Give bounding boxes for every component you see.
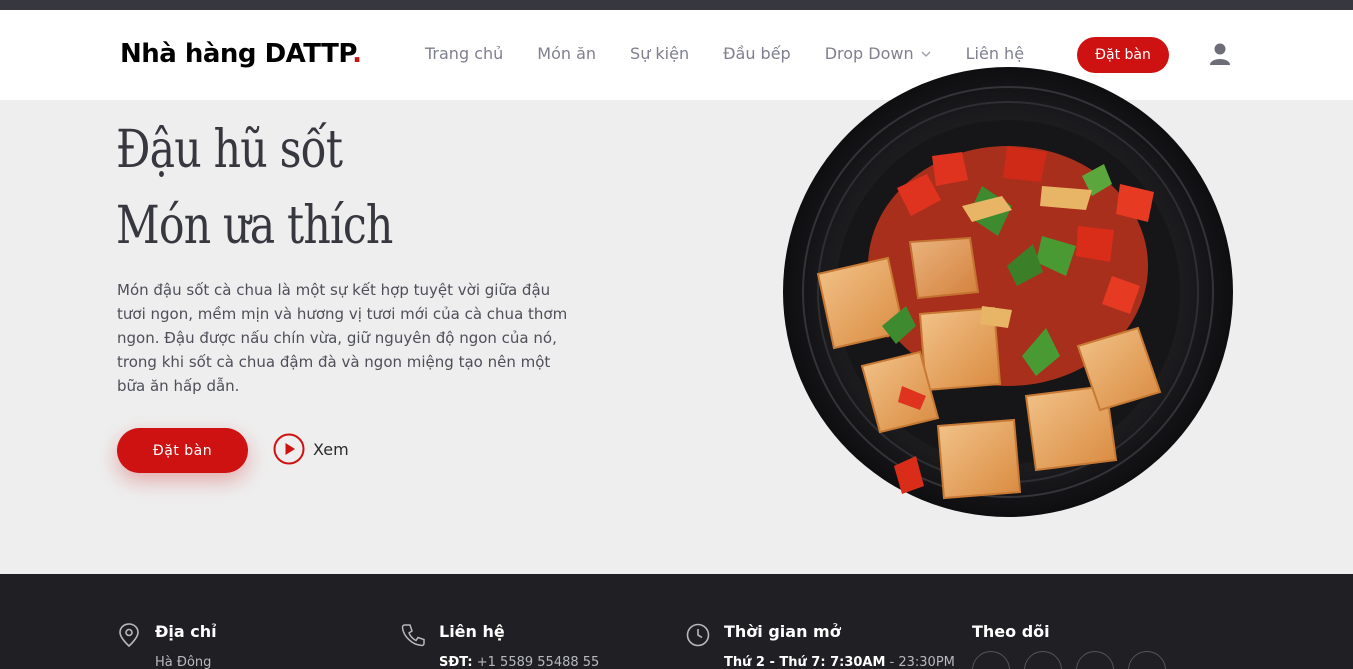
social-icon[interactable] [972, 651, 1010, 669]
nav-label: Liên hệ [965, 44, 1025, 63]
footer-contact-text: SĐT: +1 5589 55488 55 [439, 655, 599, 669]
hero-book-button[interactable]: Đặt bàn [117, 428, 248, 473]
site-logo[interactable]: Nhà hàng DATTP. [120, 39, 362, 69]
hero-description: Món đậu sốt cà chua là một sự kết hợp tu… [117, 281, 568, 395]
watch-label: Xem [313, 439, 349, 459]
user-icon[interactable] [1209, 42, 1231, 66]
footer-address: Địa chỉ Hà Đông [117, 622, 217, 669]
main-nav: Trang chủ Món ăn Sự kiện Đầu bếp Drop Do… [408, 44, 1041, 63]
phone-label: SĐT: [439, 655, 473, 669]
hero-title-line-1: Đậu hũ sốt [116, 120, 343, 180]
phone-number[interactable]: +1 5589 55488 55 [477, 655, 600, 669]
site-footer: Địa chỉ Hà Đông Liên hệ SĐT: +1 5589 554… [0, 574, 1353, 669]
footer-follow: Theo dõi [972, 622, 1166, 669]
footer-hours-text: Thứ 2 - Thứ 7: 7:30AM - 23:30PM [724, 655, 955, 669]
play-icon [273, 433, 305, 465]
nav-label: Sự kiện [630, 44, 690, 63]
nav-label: Trang chủ [425, 44, 504, 63]
map-pin-icon [119, 623, 139, 648]
footer-contact: Liên hệ SĐT: +1 5589 55488 55 [401, 622, 599, 669]
footer-contact-heading: Liên hệ [439, 622, 505, 641]
tofu-dish-image [783, 67, 1233, 517]
hero-section: Đậu hũ sốt Món ưa thích Món đậu sốt cà c… [0, 67, 1353, 574]
chevron-down-icon [921, 51, 931, 57]
social-icon[interactable] [1024, 651, 1062, 669]
footer-hours: Thời gian mở Thứ 2 - Thứ 7: 7:30AM - 23:… [686, 622, 955, 669]
hours-value: - 23:30PM [885, 655, 955, 669]
social-links [972, 651, 1166, 669]
footer-follow-heading: Theo dõi [972, 622, 1050, 641]
watch-video-button[interactable]: Xem [273, 433, 349, 465]
nav-item-dropdown[interactable]: Drop Down [825, 44, 932, 63]
nav-label: Món ăn [537, 44, 597, 63]
phone-icon [401, 624, 425, 647]
social-icon[interactable] [1128, 651, 1166, 669]
logo-text: Nhà hàng DATTP [120, 39, 353, 69]
hours-label: Thứ 2 - Thứ 7: 7:30AM [724, 655, 886, 669]
social-icon[interactable] [1076, 651, 1114, 669]
footer-hours-heading: Thời gian mở [724, 622, 841, 641]
logo-dot: . [352, 39, 362, 69]
hero-title-line-2: Món ưa thích [116, 196, 393, 256]
nav-label: Drop Down [824, 44, 914, 63]
nav-item-menu[interactable]: Món ăn [537, 44, 596, 63]
clock-icon [686, 623, 710, 647]
nav-item-chefs[interactable]: Đầu bếp [723, 44, 791, 63]
nav-item-contact[interactable]: Liên hệ [966, 44, 1024, 63]
footer-address-text: Hà Đông [155, 655, 212, 669]
nav-item-home[interactable]: Trang chủ [425, 44, 503, 63]
footer-address-heading: Địa chỉ [155, 622, 217, 641]
nav-label: Đầu bếp [723, 44, 791, 63]
top-strip [0, 0, 1353, 10]
hero-title: Đậu hũ sốt Món ưa thích [116, 112, 393, 264]
nav-item-events[interactable]: Sự kiện [630, 44, 689, 63]
